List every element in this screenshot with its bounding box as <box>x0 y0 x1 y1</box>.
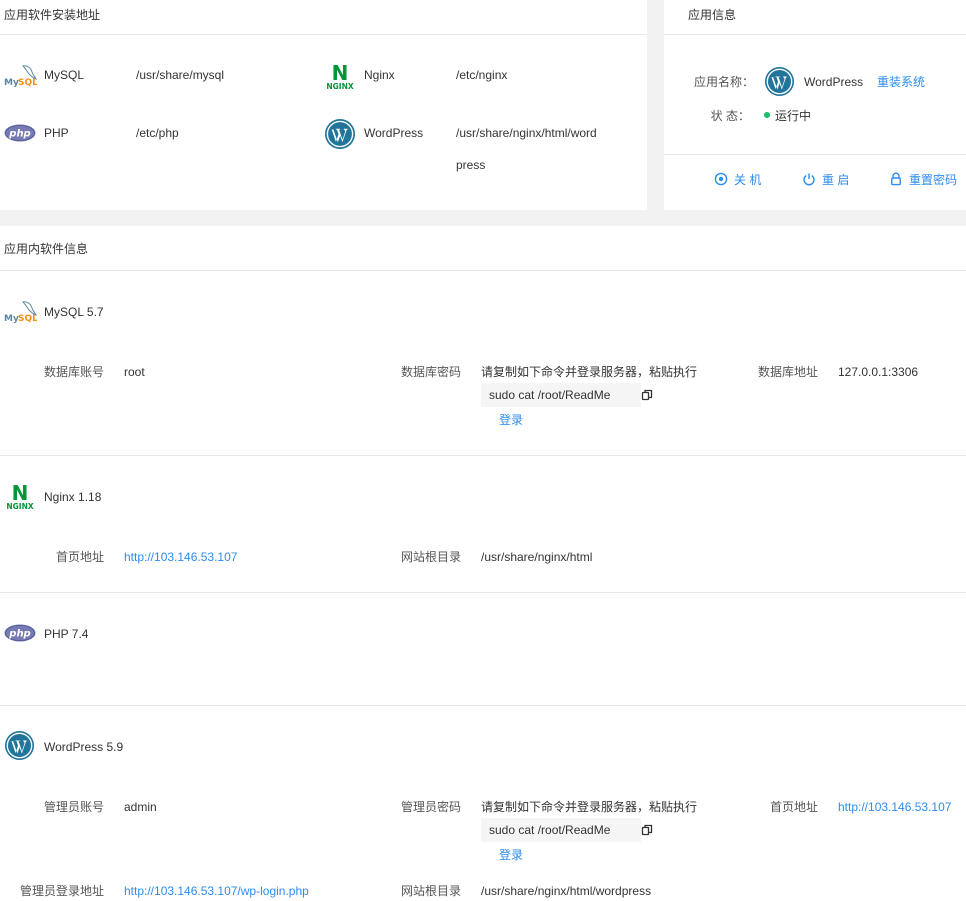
wp-homepage-label: 首页地址 <box>769 800 818 814</box>
status-value: 运行中 <box>775 109 812 123</box>
wp-webroot-label: 网站根目录 <box>400 884 461 898</box>
wp-webroot-value: /usr/share/nginx/html/wordpress <box>481 884 652 898</box>
wordpress-logo-icon <box>324 118 356 150</box>
app-name-value: WordPress <box>804 75 864 89</box>
divider <box>0 34 647 35</box>
reset-password-label: 重置密码 <box>909 173 958 187</box>
power-icon <box>803 173 815 186</box>
php-logo-icon <box>4 124 36 142</box>
app-info-title: 应用信息 <box>688 8 737 22</box>
section-title-nginx: Nginx 1.18 <box>44 490 102 504</box>
db-account-label: 数据库账号 <box>43 365 104 379</box>
admin-login-url-link[interactable]: http://103.146.53.107/wp-login.php <box>124 883 309 899</box>
db-password-label: 数据库密码 <box>400 365 461 379</box>
command-text: sudo cat /root/ReadMe <box>489 823 611 837</box>
restart-label: 重 启 <box>822 173 850 187</box>
divider <box>0 705 966 706</box>
lock-icon <box>891 172 901 186</box>
install-item-path: /usr/share/nginx/html/word <box>456 126 597 140</box>
admin-password-label: 管理员密码 <box>400 800 461 814</box>
admin-account-label: 管理员账号 <box>43 800 104 814</box>
shutdown-icon <box>714 172 728 186</box>
wp-homepage-link[interactable]: http://103.146.53.107 <box>838 799 951 815</box>
db-address-value: 127.0.0.1:3306 <box>838 365 919 379</box>
install-item-name: Nginx <box>364 68 395 82</box>
admin-password-command[interactable]: sudo cat /root/ReadMe <box>481 818 641 842</box>
mysql-logo-icon <box>3 298 37 324</box>
software-info-panel: 应用内软件信息 MySQL 5.7 数据库账号 root 数据库密码 请复制如下… <box>0 226 966 901</box>
app-info-panel: 应用信息 应用名称： WordPress 重装系统 状 态： 运行中 关 机 重… <box>664 0 966 210</box>
nginx-logo-icon <box>324 62 356 90</box>
install-item-name: WordPress <box>364 126 424 140</box>
wordpress-logo-icon <box>764 66 795 97</box>
software-info-title: 应用内软件信息 <box>4 242 89 256</box>
install-item-path: /etc/php <box>136 126 179 140</box>
section-title-wordpress: WordPress 5.9 <box>44 740 124 754</box>
admin-login-url-label: 管理员登录地址 <box>19 884 104 898</box>
divider <box>0 592 966 593</box>
status-label: 状 态： <box>710 109 750 123</box>
divider <box>0 270 966 271</box>
nginx-logo-icon <box>4 482 36 510</box>
db-address-label: 数据库地址 <box>757 365 818 379</box>
app-name-label: 应用名称： <box>693 75 754 89</box>
divider <box>0 455 966 456</box>
copy-icon[interactable] <box>641 824 653 836</box>
php-logo-icon <box>4 624 36 642</box>
divider <box>664 34 966 35</box>
install-item-path-cont: press <box>456 158 486 172</box>
db-account-value: root <box>124 365 145 379</box>
mysql-logo-icon <box>3 62 37 88</box>
admin-password-hint: 请复制如下命令并登录服务器，粘贴执行 <box>481 800 698 814</box>
wordpress-logo-icon <box>4 730 35 761</box>
install-item-path: /usr/share/mysql <box>136 68 225 82</box>
db-login-link[interactable]: 登录 <box>499 412 523 428</box>
copy-icon[interactable] <box>641 389 653 401</box>
command-text: sudo cat /root/ReadMe <box>489 388 611 402</box>
shutdown-button[interactable]: 关 机 <box>714 172 761 188</box>
restart-button[interactable]: 重 启 <box>802 172 849 188</box>
install-panel: 应用软件安装地址 MySQL /usr/share/mysql Nginx /e… <box>0 0 647 210</box>
section-title-php: PHP 7.4 <box>44 627 89 641</box>
install-item-path: /etc/nginx <box>456 68 508 82</box>
section-title-mysql: MySQL 5.7 <box>44 305 104 319</box>
shutdown-label: 关 机 <box>734 173 762 187</box>
reset-password-button[interactable]: 重置密码 <box>889 172 957 188</box>
install-item-name: PHP <box>44 126 69 140</box>
reinstall-link[interactable]: 重装系统 <box>877 74 925 90</box>
db-password-command[interactable]: sudo cat /root/ReadMe <box>481 383 641 407</box>
install-item-name: MySQL <box>44 68 85 82</box>
nginx-homepage-link[interactable]: http://103.146.53.107 <box>124 549 237 565</box>
install-panel-title: 应用软件安装地址 <box>4 8 101 22</box>
admin-account-value: admin <box>124 800 157 814</box>
admin-login-link[interactable]: 登录 <box>499 847 523 863</box>
divider <box>664 154 966 155</box>
status-dot-icon <box>764 112 770 118</box>
db-password-hint: 请复制如下命令并登录服务器，粘贴执行 <box>481 365 698 379</box>
nginx-webroot-label: 网站根目录 <box>400 550 461 564</box>
nginx-webroot-value: /usr/share/nginx/html <box>481 550 593 564</box>
nginx-homepage-label: 首页地址 <box>55 550 104 564</box>
